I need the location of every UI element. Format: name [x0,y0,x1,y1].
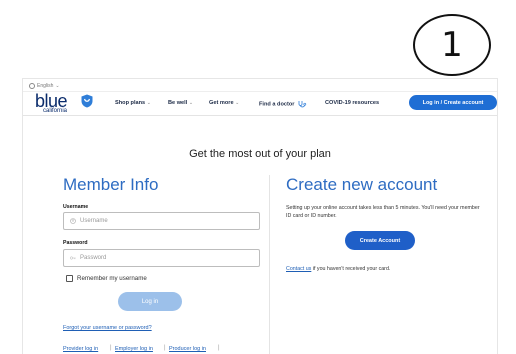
chevron-down-icon: ⌄ [146,100,151,106]
link-separator: | [110,345,112,351]
password-input[interactable]: Password [63,249,260,267]
chevron-down-icon: ⌄ [55,83,60,89]
step-number-annotation: 1 [413,14,491,76]
member-login-button[interactable]: Log in [118,292,182,311]
stethoscope-icon [298,101,307,108]
username-placeholder: Username [80,218,108,224]
contact-us-note: Contact us if you haven't received your … [286,266,390,272]
username-input[interactable]: Username [63,212,260,230]
username-label: Username [63,204,89,210]
browser-page: English ⌄ blue california Shop plans ⌄ B… [22,78,498,354]
login-create-account-button[interactable]: Log in / Create account [409,95,497,110]
remember-checkbox[interactable] [66,275,73,282]
contact-us-link[interactable]: Contact us [286,266,311,272]
key-icon [70,256,76,260]
nav-get-more[interactable]: Get more ⌄ [209,100,239,106]
provider-login-link[interactable]: Provider log in [63,346,98,352]
create-account-description: Setting up your online account takes les… [286,205,480,219]
password-label: Password [63,240,88,246]
forgot-credentials-link[interactable]: Forgot your username or password? [63,325,152,331]
nav-find-a-doctor[interactable]: Find a doctor [259,100,307,108]
top-bar-divider [23,91,497,92]
header-divider [23,115,497,116]
password-placeholder: Password [80,255,107,261]
column-divider [269,175,270,354]
remember-label: Remember my username [77,275,147,282]
globe-icon [29,83,35,89]
language-selector[interactable]: English ⌄ [29,83,60,89]
nav-covid-resources[interactable]: COVID-19 resources [325,100,379,106]
user-icon [70,218,76,224]
link-separator: | [164,345,166,351]
language-label: English [37,83,54,89]
nav-shop-plans[interactable]: Shop plans ⌄ [115,100,151,106]
page-title: Get the most out of your plan [189,148,331,160]
shield-icon [81,94,93,108]
remember-username-option[interactable]: Remember my username [66,275,147,282]
create-account-heading: Create new account [286,175,438,194]
create-account-button[interactable]: Create Account [345,231,415,250]
link-separator: | [218,345,220,351]
chevron-down-icon: ⌄ [188,100,194,106]
chevron-down-icon: ⌄ [235,100,240,106]
blue-california-logo[interactable]: blue california [35,92,93,114]
nav-be-well[interactable]: Be well ⌄ [168,100,193,106]
employer-login-link[interactable]: Employer log in [115,346,153,352]
logo-subtext: california [43,108,68,114]
member-info-heading: Member Info [63,175,159,194]
contact-us-text: if you haven't received your card. [311,266,391,272]
producer-login-link[interactable]: Producer log in [169,346,206,352]
